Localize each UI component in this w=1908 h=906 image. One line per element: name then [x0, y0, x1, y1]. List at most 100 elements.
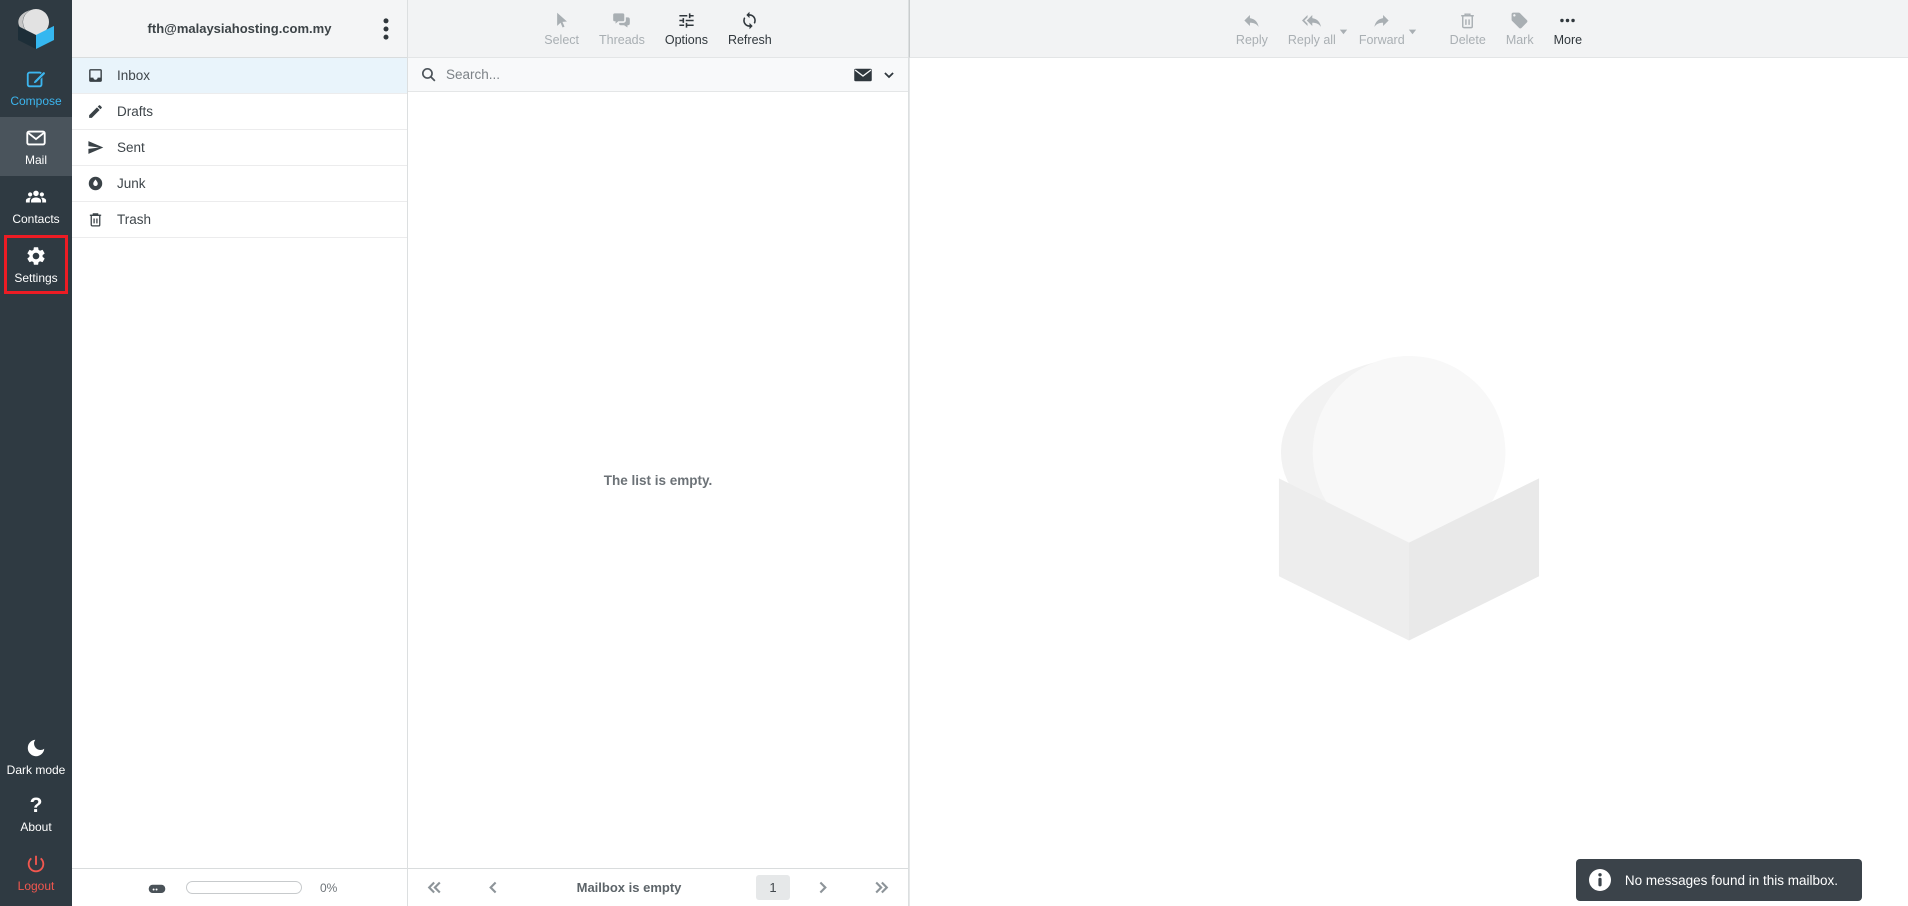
- reply-all-dropdown-caret[interactable]: [1338, 26, 1349, 37]
- mailbox-status: Mailbox is empty: [576, 880, 682, 895]
- folder-label: Inbox: [117, 68, 151, 83]
- sidebar-item-settings[interactable]: Settings: [4, 235, 68, 294]
- logout-label: Logout: [17, 879, 55, 893]
- roundcube-app: Compose Mail Contacts Settings Dark mode…: [0, 0, 1908, 906]
- pencil-icon: [89, 105, 102, 118]
- select-label: Select: [544, 32, 579, 47]
- chevron-left-icon: [489, 881, 497, 894]
- trash-icon: [1461, 12, 1475, 28]
- dark-mode-label: Dark mode: [6, 763, 66, 777]
- quota-footer: 0%: [72, 868, 407, 906]
- threads-button[interactable]: Threads: [589, 11, 655, 47]
- envelope-icon: [854, 68, 872, 81]
- refresh-label: Refresh: [727, 32, 772, 47]
- delete-button[interactable]: Delete: [1440, 11, 1496, 47]
- folder-label: Junk: [117, 176, 146, 191]
- sliders-icon: [679, 12, 694, 28]
- reply-label: Reply: [1235, 32, 1268, 47]
- folder-label: Drafts: [117, 104, 154, 119]
- more-label: More: [1553, 32, 1583, 47]
- folder-item-junk[interactable]: Junk: [72, 166, 407, 202]
- settings-gear-icon: [27, 247, 45, 265]
- chevron-right-icon: [819, 881, 827, 894]
- message-list-empty-area: The list is empty.: [408, 92, 908, 868]
- search-bar: [408, 58, 908, 92]
- reply-icon: [1244, 14, 1260, 27]
- reply-all-label: Reply all: [1287, 32, 1336, 47]
- compose-icon: [26, 71, 46, 88]
- account-header: fth@malaysiahosting.com.my: [72, 0, 407, 58]
- chevron-down-icon: [1339, 29, 1347, 35]
- search-options-caret[interactable]: [882, 68, 896, 82]
- double-chevron-left-icon: [427, 881, 441, 894]
- paper-plane-icon: [88, 141, 104, 154]
- folder-list: Inbox Drafts Sent Junk Trash: [72, 58, 407, 868]
- folder-actions-menu-button[interactable]: [371, 14, 401, 44]
- compose-button[interactable]: Compose: [0, 58, 72, 117]
- mail-icon: [26, 130, 46, 146]
- account-email: fth@malaysiahosting.com.my: [147, 21, 332, 36]
- list-pagination: Mailbox is empty 1: [408, 868, 908, 906]
- sidebar-item-contacts[interactable]: Contacts: [0, 176, 72, 235]
- next-page-button[interactable]: [814, 879, 831, 896]
- inbox-icon: [89, 69, 102, 82]
- logout-button[interactable]: Logout: [0, 843, 72, 902]
- mail-label: Mail: [24, 153, 47, 167]
- search-icon: [420, 66, 437, 83]
- page-number[interactable]: 1: [756, 875, 790, 900]
- threads-label: Threads: [599, 32, 645, 47]
- app-logo: [0, 0, 72, 58]
- question-icon: ?: [29, 794, 43, 817]
- more-button[interactable]: More: [1544, 11, 1592, 47]
- tag-icon: [1511, 12, 1528, 28]
- forward-button[interactable]: Forward: [1349, 11, 1415, 47]
- power-icon: [27, 855, 45, 873]
- folder-item-trash[interactable]: Trash: [72, 202, 407, 238]
- roundcube-watermark: [1278, 355, 1540, 641]
- reply-all-button[interactable]: Reply all: [1278, 11, 1346, 47]
- last-page-button[interactable]: [873, 879, 890, 896]
- ellipsis-icon: [1560, 18, 1576, 22]
- mark-button[interactable]: Mark: [1496, 11, 1544, 47]
- forward-dropdown-caret[interactable]: [1407, 26, 1418, 37]
- previous-page-button[interactable]: [485, 879, 502, 896]
- message-list-column: Select Threads Options Refresh Search...…: [408, 0, 909, 906]
- about-button[interactable]: ? About: [0, 786, 72, 843]
- forward-label: Forward: [1358, 32, 1405, 47]
- chevron-down-icon: [884, 71, 894, 78]
- info-icon: [1588, 869, 1611, 891]
- quota-percent: 0%: [320, 880, 338, 895]
- moon-icon: [27, 739, 45, 757]
- search-scope-button[interactable]: [853, 65, 873, 85]
- task-menu: Compose Mail Contacts Settings Dark mode…: [0, 0, 72, 906]
- mark-label: Mark: [1505, 32, 1534, 47]
- refresh-icon: [743, 11, 757, 29]
- reply-button[interactable]: Reply: [1226, 11, 1278, 47]
- search-input[interactable]: [446, 67, 844, 82]
- dark-mode-button[interactable]: Dark mode: [0, 727, 72, 786]
- options-button[interactable]: Options: [655, 11, 718, 47]
- folder-column: fth@malaysiahosting.com.my Inbox Drafts: [72, 0, 408, 906]
- folder-item-drafts[interactable]: Drafts: [72, 94, 407, 130]
- empty-list-text: The list is empty.: [603, 472, 713, 488]
- flame-icon: [88, 176, 103, 191]
- trash-icon: [89, 213, 102, 227]
- forward-icon: [1374, 14, 1389, 27]
- toast-text: No messages found in this mailbox.: [1624, 872, 1838, 888]
- toast-notification[interactable]: No messages found in this mailbox.: [1575, 859, 1862, 901]
- chevron-down-icon: [1408, 29, 1416, 35]
- refresh-button[interactable]: Refresh: [718, 11, 782, 47]
- content-column: Reply Reply all Forward Delete Mark More…: [909, 0, 1908, 906]
- quota-progressbar: [186, 881, 302, 894]
- contacts-icon: [25, 190, 47, 203]
- settings-label: Settings: [14, 271, 58, 285]
- sidebar-item-mail[interactable]: Mail: [0, 117, 72, 176]
- select-button[interactable]: Select: [534, 11, 589, 47]
- roundcube-logo-icon: [18, 9, 54, 49]
- reply-all-icon: [1302, 14, 1322, 27]
- kebab-menu-icon: [383, 18, 389, 40]
- list-toolbar: Select Threads Options Refresh: [408, 0, 908, 58]
- folder-item-inbox[interactable]: Inbox: [72, 58, 407, 94]
- first-page-button[interactable]: [426, 879, 443, 896]
- folder-item-sent[interactable]: Sent: [72, 130, 407, 166]
